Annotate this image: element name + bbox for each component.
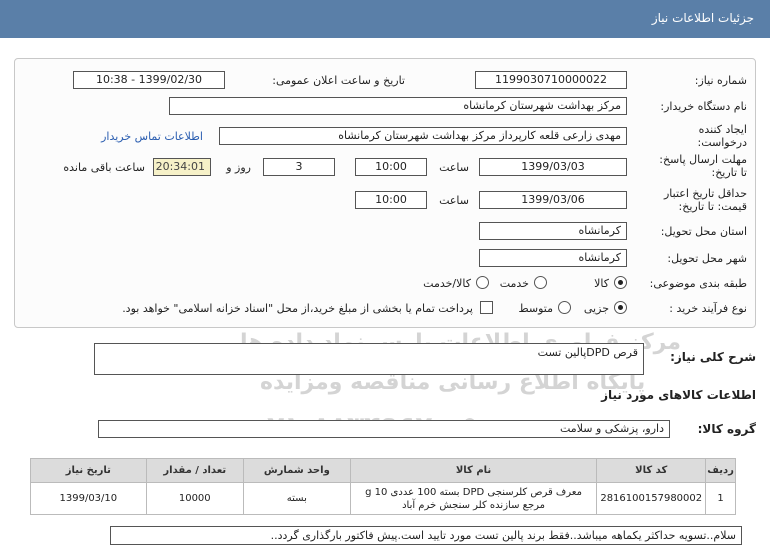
col-date: تاریخ نیاز <box>30 458 147 483</box>
category-label: طبقه بندی موضوعی: <box>649 277 747 290</box>
creator-label-line-2: درخواست: <box>697 136 747 149</box>
deadline-time-field: 10:00 <box>355 158 427 176</box>
price-validity-date-field: 1399/03/06 <box>479 191 627 209</box>
items-table: ردیف کد کالا نام کالا واحد شمارش تعداد /… <box>30 458 736 515</box>
table-row: 1 2816100157980002 معرف قرص کلرسنجی DPD … <box>30 482 736 515</box>
category-option-goods: کالا <box>594 277 609 290</box>
cell-code: 2816100157980002 <box>596 482 707 515</box>
buyer-contact-link[interactable]: اطلاعات تماس خریدار <box>101 130 203 143</box>
announce-datetime-field: 1399/02/30 - 10:38 <box>73 71 225 89</box>
col-row: ردیف <box>705 458 736 483</box>
items-section-title: اطلاعات کالاهای مورد نیاز <box>601 388 756 402</box>
price-validity-time-field: 10:00 <box>355 191 427 209</box>
page-titlebar: جزئیات اطلاعات نیاز <box>0 0 770 38</box>
goods-group-field: دارو، پزشکی و سلامت <box>98 420 670 438</box>
need-number-label: شماره نیاز: <box>694 74 747 87</box>
deadline-label-line-2: تا تاریخ: <box>711 166 747 179</box>
col-unit: واحد شمارش <box>242 458 351 483</box>
cell-name: معرف قرص کلرسنجی DPD بسته 100 عددی 10 g … <box>349 482 598 515</box>
remaining-time-field: 20:34:01 <box>153 158 211 176</box>
price-validity-time-label: ساعت <box>439 194 469 207</box>
creator-label: ایجاد کننده درخواست: <box>698 123 747 149</box>
col-name: نام کالا <box>349 458 598 483</box>
need-number-field: 1199030710000022 <box>475 71 627 89</box>
creator-label-line-1: ایجاد کننده <box>698 123 747 136</box>
need-info-panel: شماره نیاز: 1199030710000022 تاریخ و ساع… <box>14 58 756 328</box>
price-validity-label: حداقل تاریخ اعتبار قیمت: تا تاریخ: <box>664 187 747 213</box>
cell-row: 1 <box>705 482 736 515</box>
need-summary-field: قرص DPDپالین تست <box>94 343 644 375</box>
buyer-description-field: سلام..تسویه حداکثر یکماهه میباشد..فقط بر… <box>110 526 742 545</box>
buyer-field: مرکز بهداشت شهرستان کرمانشاه <box>169 97 627 115</box>
announce-datetime-label: تاریخ و ساعت اعلان عمومی: <box>272 74 405 87</box>
deadline-label: مهلت ارسال پاسخ: تا تاریخ: <box>659 153 747 179</box>
buyer-label: نام دستگاه خریدار: <box>660 100 747 113</box>
process-option-medium: متوسط <box>518 302 553 315</box>
process-radio-minor[interactable] <box>614 301 627 314</box>
col-code: کد کالا <box>596 458 707 483</box>
goods-group-label: گروه کالا: <box>697 422 756 436</box>
city-label: شهر محل تحویل: <box>667 252 747 265</box>
process-option-minor: جزیی <box>583 302 609 315</box>
deadline-time-label: ساعت <box>439 161 469 174</box>
city-field: کرمانشاه <box>479 249 627 267</box>
purchase-process-label: نوع فرآیند خرید : <box>669 302 747 315</box>
province-field: کرمانشاه <box>479 222 627 240</box>
page-title: جزئیات اطلاعات نیاز <box>651 11 754 25</box>
price-validity-label-line-1: حداقل تاریخ اعتبار <box>663 187 747 200</box>
cell-unit: بسته <box>242 482 351 515</box>
category-option-goods-service: کالا/خدمت <box>423 277 471 290</box>
treasury-payment-note: پرداخت تمام یا بخشی از مبلغ خرید،از محل … <box>122 302 473 315</box>
category-radio-goods[interactable] <box>614 276 627 289</box>
remaining-days-field: 3 <box>263 158 335 176</box>
remaining-days-label: روز و <box>226 161 251 174</box>
deadline-date-field: 1399/03/03 <box>479 158 627 176</box>
treasury-payment-checkbox[interactable] <box>480 301 493 314</box>
remaining-time-label: ساعت باقی مانده <box>63 161 145 174</box>
price-validity-label-line-2: قیمت: تا تاریخ: <box>678 200 747 213</box>
need-summary-text: قرص DPDپالین تست <box>537 346 638 359</box>
category-option-service: خدمت <box>499 277 529 290</box>
category-radio-service[interactable] <box>534 276 547 289</box>
creator-field: مهدی زارعی قلعه کارپرداز مرکز بهداشت شهر… <box>219 127 627 145</box>
need-summary-label: شرح کلی نیاز: <box>670 350 756 364</box>
cell-qty: 10000 <box>145 482 244 515</box>
cell-date: 1399/03/10 <box>30 482 147 515</box>
process-radio-medium[interactable] <box>558 301 571 314</box>
province-label: استان محل تحویل: <box>660 225 747 238</box>
col-qty: تعداد / مقدار <box>145 458 244 483</box>
deadline-label-line-1: مهلت ارسال پاسخ: <box>659 153 747 166</box>
items-table-header: ردیف کد کالا نام کالا واحد شمارش تعداد /… <box>30 458 736 483</box>
category-radio-goods-service[interactable] <box>476 276 489 289</box>
